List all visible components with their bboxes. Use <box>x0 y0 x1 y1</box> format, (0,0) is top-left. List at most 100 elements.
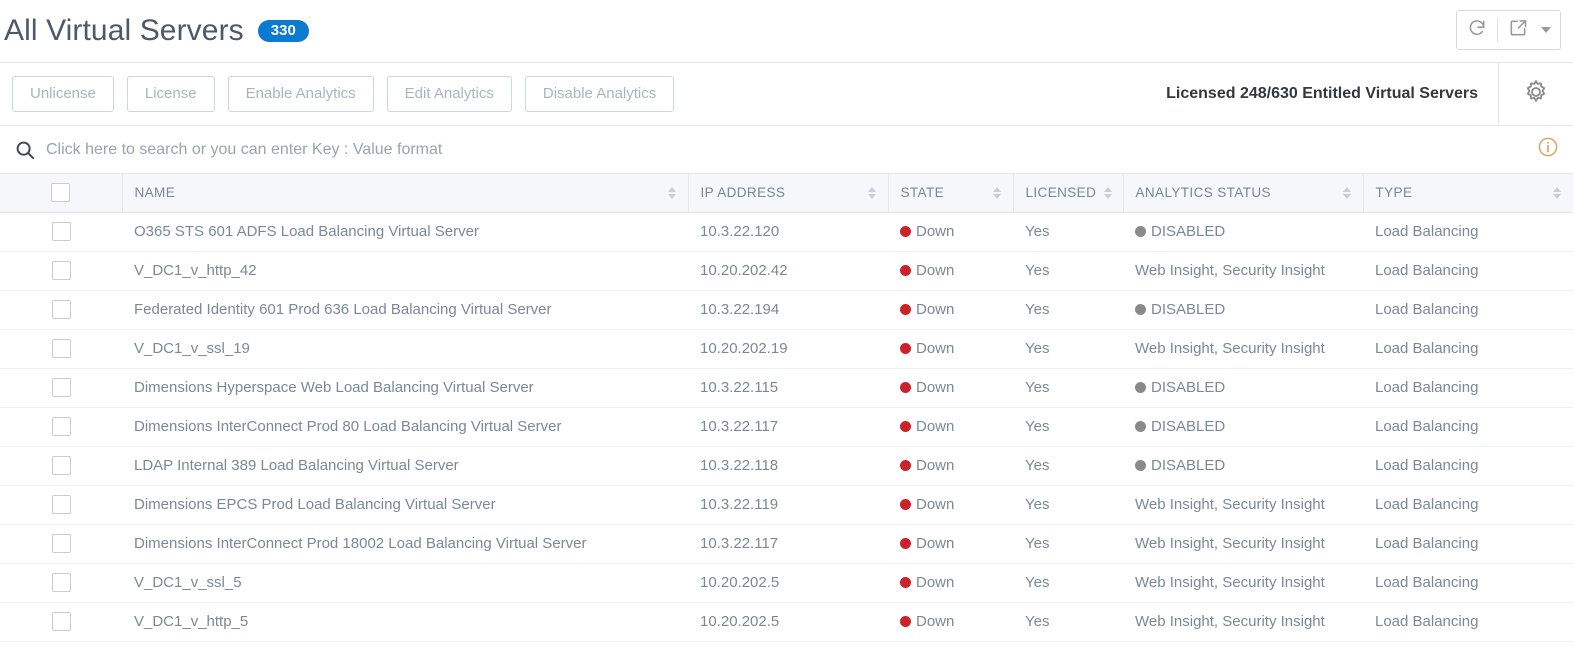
cell-analytics-status: Web Insight, Security Insight <box>1123 485 1363 525</box>
state-label: Down <box>916 340 955 357</box>
sort-icon-ip-address[interactable] <box>867 186 876 199</box>
refresh-button[interactable] <box>1457 11 1497 49</box>
table-row[interactable]: Dimensions Hyperspace Web Load Balancing… <box>0 368 1573 408</box>
cell-analytics-status: DISABLED <box>1123 368 1363 408</box>
column-label-state: STATE <box>900 185 945 201</box>
table-row[interactable]: V_DC1_v_http_42 10.20.202.42 Down Yes Web In… <box>0 251 1573 291</box>
cell-ip-address: 10.3.22.117 <box>688 407 888 447</box>
row-checkbox[interactable] <box>51 261 71 280</box>
sort-icon-state[interactable] <box>992 186 1001 199</box>
cell-name[interactable]: Dimensions InterConnect Prod 80 Load Bal… <box>122 407 688 447</box>
table-row[interactable]: LDAP Internal 389 Load Balancing Virtual… <box>0 446 1573 486</box>
cell-state: Down <box>888 524 1013 564</box>
table-header-row: NAME IP ADDRESS STATE LICENSED ANALYTICS… <box>0 174 1573 213</box>
row-select-cell <box>0 407 122 447</box>
row-checkbox[interactable] <box>51 495 71 514</box>
cell-state: Down <box>888 485 1013 525</box>
license-button[interactable]: License <box>126 76 215 112</box>
row-select-cell <box>0 290 122 330</box>
cell-analytics-status: DISABLED <box>1123 407 1363 447</box>
cell-type: Load Balancing <box>1363 251 1573 291</box>
column-header-licensed[interactable]: LICENSED <box>1013 174 1124 213</box>
column-header-type[interactable]: TYPE <box>1363 174 1573 213</box>
column-header-name[interactable]: NAME <box>122 174 689 213</box>
table-row[interactable]: Dimensions InterConnect Prod 18002 Load … <box>0 524 1573 564</box>
row-select-cell <box>0 563 122 603</box>
table-row[interactable]: V_DC1_v_ssl_5 10.20.202.5 Down Yes Web Insig… <box>0 563 1573 603</box>
column-label-name: NAME <box>134 185 176 201</box>
export-dropdown-toggle[interactable] <box>1538 11 1560 49</box>
analytics-status-label: Web Insight, Security Insight <box>1135 574 1325 591</box>
cell-licensed: Yes <box>1013 212 1123 252</box>
disable-analytics-button[interactable]: Disable Analytics <box>524 76 675 112</box>
analytics-status-label: DISABLED <box>1151 457 1226 474</box>
select-all-checkbox[interactable] <box>51 183 71 203</box>
unlicense-button[interactable]: Unlicense <box>12 76 114 112</box>
cell-name[interactable]: Dimensions Hyperspace Web Load Balancing… <box>122 368 688 408</box>
row-checkbox[interactable] <box>51 300 71 319</box>
state-status-dot-icon <box>900 421 911 432</box>
sort-icon-analytics-status[interactable] <box>1342 186 1351 199</box>
state-status-dot-icon <box>900 343 911 354</box>
row-checkbox[interactable] <box>51 339 71 358</box>
cell-name[interactable]: LDAP Internal 389 Load Balancing Virtual… <box>122 446 688 486</box>
cell-name[interactable]: Dimensions EPCS Prod Load Balancing Virt… <box>122 485 688 525</box>
sort-icon-type[interactable] <box>1553 186 1561 199</box>
table-row[interactable]: Dimensions EPCS Prod Load Balancing Virt… <box>0 485 1573 525</box>
sort-icon-licensed[interactable] <box>1104 186 1113 199</box>
column-header-ip-address[interactable]: IP ADDRESS <box>688 174 889 213</box>
analytics-status-label: DISABLED <box>1151 223 1226 240</box>
table-row[interactable]: O365 STS 601 ADFS Load Balancing Virtual… <box>0 212 1573 252</box>
cell-name[interactable]: V_DC1_v_ssl_19 <box>122 329 688 369</box>
cell-name[interactable]: V_DC1_v_http_42 <box>122 251 688 291</box>
state-status-dot-icon <box>900 499 911 510</box>
cell-state: Down <box>888 212 1013 252</box>
table-row[interactable]: V_DC1_v_http_5 10.20.202.5 Down Yes Web Insi… <box>0 602 1573 642</box>
edit-analytics-button[interactable]: Edit Analytics <box>386 76 512 112</box>
row-checkbox[interactable] <box>51 573 71 592</box>
cell-ip-address: 10.3.22.120 <box>688 212 888 252</box>
page-header: All Virtual Servers 330 <box>0 0 1573 62</box>
cell-type: Load Balancing <box>1363 446 1573 486</box>
analytics-status-label: Web Insight, Security Insight <box>1135 535 1325 552</box>
state-label: Down <box>916 457 955 474</box>
column-label-ip-address: IP ADDRESS <box>700 185 786 201</box>
enable-analytics-button[interactable]: Enable Analytics <box>227 76 374 112</box>
state-label: Down <box>916 496 955 513</box>
row-checkbox[interactable] <box>51 534 71 553</box>
export-button[interactable] <box>1498 11 1538 49</box>
export-icon <box>1508 18 1528 43</box>
row-checkbox[interactable] <box>51 456 71 475</box>
analytics-status-label: Web Insight, Security Insight <box>1135 613 1325 630</box>
table-row[interactable]: V_DC1_v_ssl_19 10.20.202.19 Down Yes Web Ins… <box>0 329 1573 369</box>
state-status-dot-icon <box>900 460 911 471</box>
cell-name[interactable]: V_DC1_v_http_5 <box>122 602 688 642</box>
settings-button[interactable] <box>1499 63 1573 125</box>
cell-ip-address: 10.3.22.119 <box>688 485 888 525</box>
search-help-button[interactable] <box>1537 126 1559 173</box>
analytics-status-label: DISABLED <box>1151 418 1226 435</box>
cell-analytics-status: Web Insight, Security Insight <box>1123 602 1363 642</box>
analytics-status-dot-icon <box>1135 304 1146 315</box>
cell-ip-address: 10.3.22.194 <box>688 290 888 330</box>
row-checkbox[interactable] <box>51 417 71 436</box>
cell-name[interactable]: Dimensions InterConnect Prod 18002 Load … <box>122 524 688 564</box>
column-header-state[interactable]: STATE <box>888 174 1014 213</box>
column-header-analytics-status[interactable]: ANALYTICS STATUS <box>1123 174 1364 213</box>
row-checkbox[interactable] <box>51 378 71 397</box>
search-input[interactable] <box>46 140 806 159</box>
sort-icon-name[interactable] <box>667 186 676 199</box>
analytics-status-label: Web Insight, Security Insight <box>1135 340 1325 357</box>
cell-analytics-status: DISABLED <box>1123 290 1363 330</box>
state-label: Down <box>916 262 955 279</box>
table-row[interactable]: Federated Identity 601 Prod 636 Load Bal… <box>0 290 1573 330</box>
cell-name[interactable]: V_DC1_v_ssl_5 <box>122 563 688 603</box>
cell-name[interactable]: O365 STS 601 ADFS Load Balancing Virtual… <box>122 212 688 252</box>
row-checkbox[interactable] <box>51 222 71 241</box>
cell-name[interactable]: Federated Identity 601 Prod 636 Load Bal… <box>122 290 688 330</box>
column-label-licensed: LICENSED <box>1025 185 1097 201</box>
state-label: Down <box>916 301 955 318</box>
table-row[interactable]: Dimensions InterConnect Prod 80 Load Bal… <box>0 407 1573 447</box>
row-checkbox[interactable] <box>51 612 71 631</box>
cell-type: Load Balancing <box>1363 524 1573 564</box>
